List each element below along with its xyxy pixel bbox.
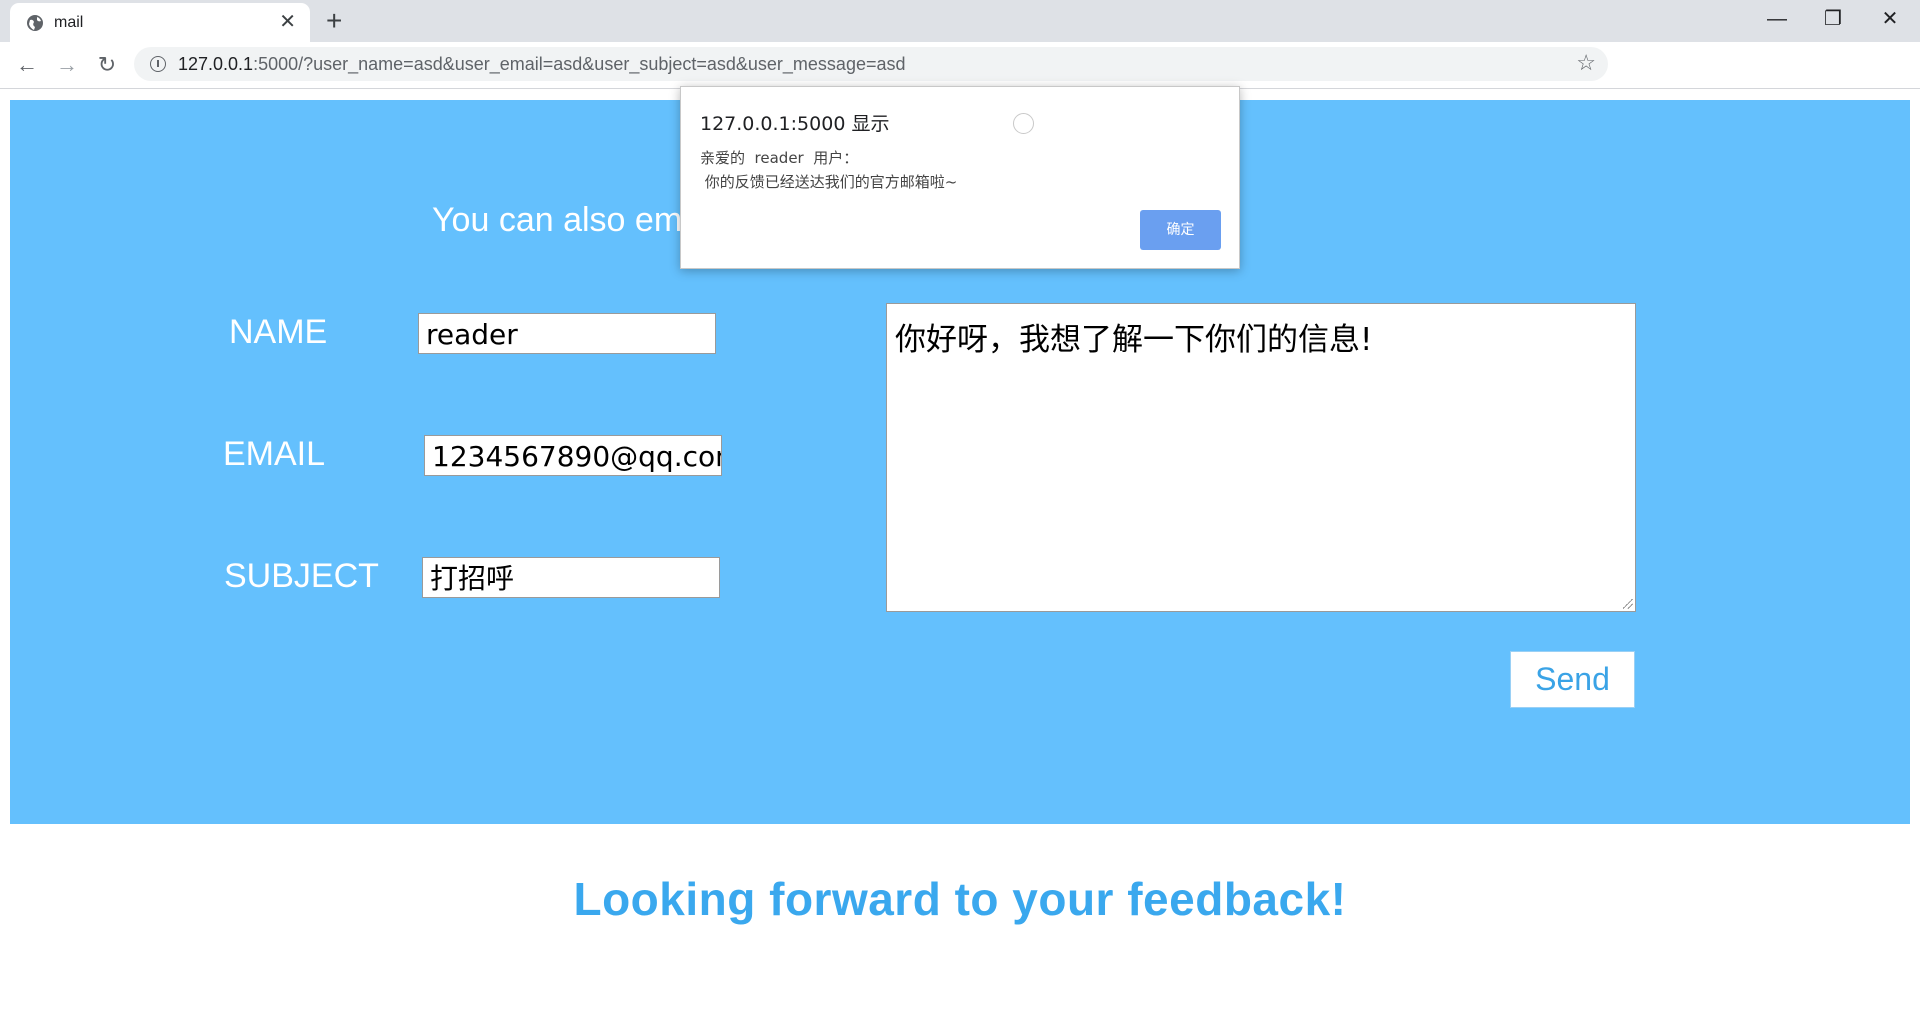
message-text: 你好呀，我想了解一下你们的信息! [895, 322, 1373, 358]
subject-label: SUBJECT [224, 557, 379, 595]
dialog-ok-button[interactable]: 确定 [1140, 210, 1221, 250]
browser-tab-mail[interactable]: mail ✕ [10, 3, 310, 42]
minimize-icon[interactable]: — [1765, 6, 1789, 32]
maximize-icon[interactable]: ❐ [1821, 6, 1845, 32]
close-window-icon[interactable]: ✕ [1878, 6, 1902, 32]
forward-icon[interactable]: → [52, 50, 82, 80]
name-label: NAME [229, 313, 328, 351]
tab-strip: mail ✕ + — ❐ ✕ [0, 0, 1920, 42]
tab-title: mail [54, 14, 84, 31]
dialog-message-line-2: 你的反馈已经送达我们的官方邮箱啦~ [700, 173, 958, 191]
site-info-icon[interactable] [150, 56, 166, 72]
url-path: :5000/?user_name=asd&user_email=asd&user… [253, 54, 906, 74]
footer-title: Looking forward to your feedback! [573, 873, 1347, 925]
message-textarea[interactable]: 你好呀，我想了解一下你们的信息! [886, 303, 1636, 612]
name-input[interactable]: reader [418, 313, 716, 354]
address-bar[interactable]: 127.0.0.1:5000/?user_name=asd&user_email… [134, 47, 1608, 81]
send-button[interactable]: Send [1510, 651, 1635, 708]
dialog-message-line-1: 亲爱的 reader 用户： [700, 149, 859, 167]
url-host: 127.0.0.1 [178, 54, 254, 74]
url-text: 127.0.0.1:5000/?user_name=asd&user_email… [178, 54, 906, 75]
dialog-title: 127.0.0.1:5000 显示 [700, 113, 890, 135]
browser-toolbar: ← → ↻ 127.0.0.1:5000/?user_name=asd&user… [0, 42, 1920, 89]
new-tab-button[interactable]: + [326, 6, 342, 36]
email-input[interactable]: 1234567890@qq.com [424, 435, 722, 476]
reload-icon[interactable]: ↻ [92, 50, 122, 80]
alert-dialog: 127.0.0.1:5000 显示 亲爱的 reader 用户： 你的反馈已经送… [680, 86, 1240, 269]
bookmark-star-icon[interactable]: ☆ [1576, 50, 1596, 76]
resize-handle-icon[interactable] [1623, 599, 1633, 609]
email-label: EMAIL [223, 435, 326, 473]
loading-spinner-icon [1013, 113, 1034, 134]
close-tab-icon[interactable]: ✕ [279, 11, 296, 33]
globe-icon [27, 15, 43, 31]
subject-input[interactable]: 打招呼 [422, 557, 720, 598]
back-icon[interactable]: ← [12, 50, 42, 80]
